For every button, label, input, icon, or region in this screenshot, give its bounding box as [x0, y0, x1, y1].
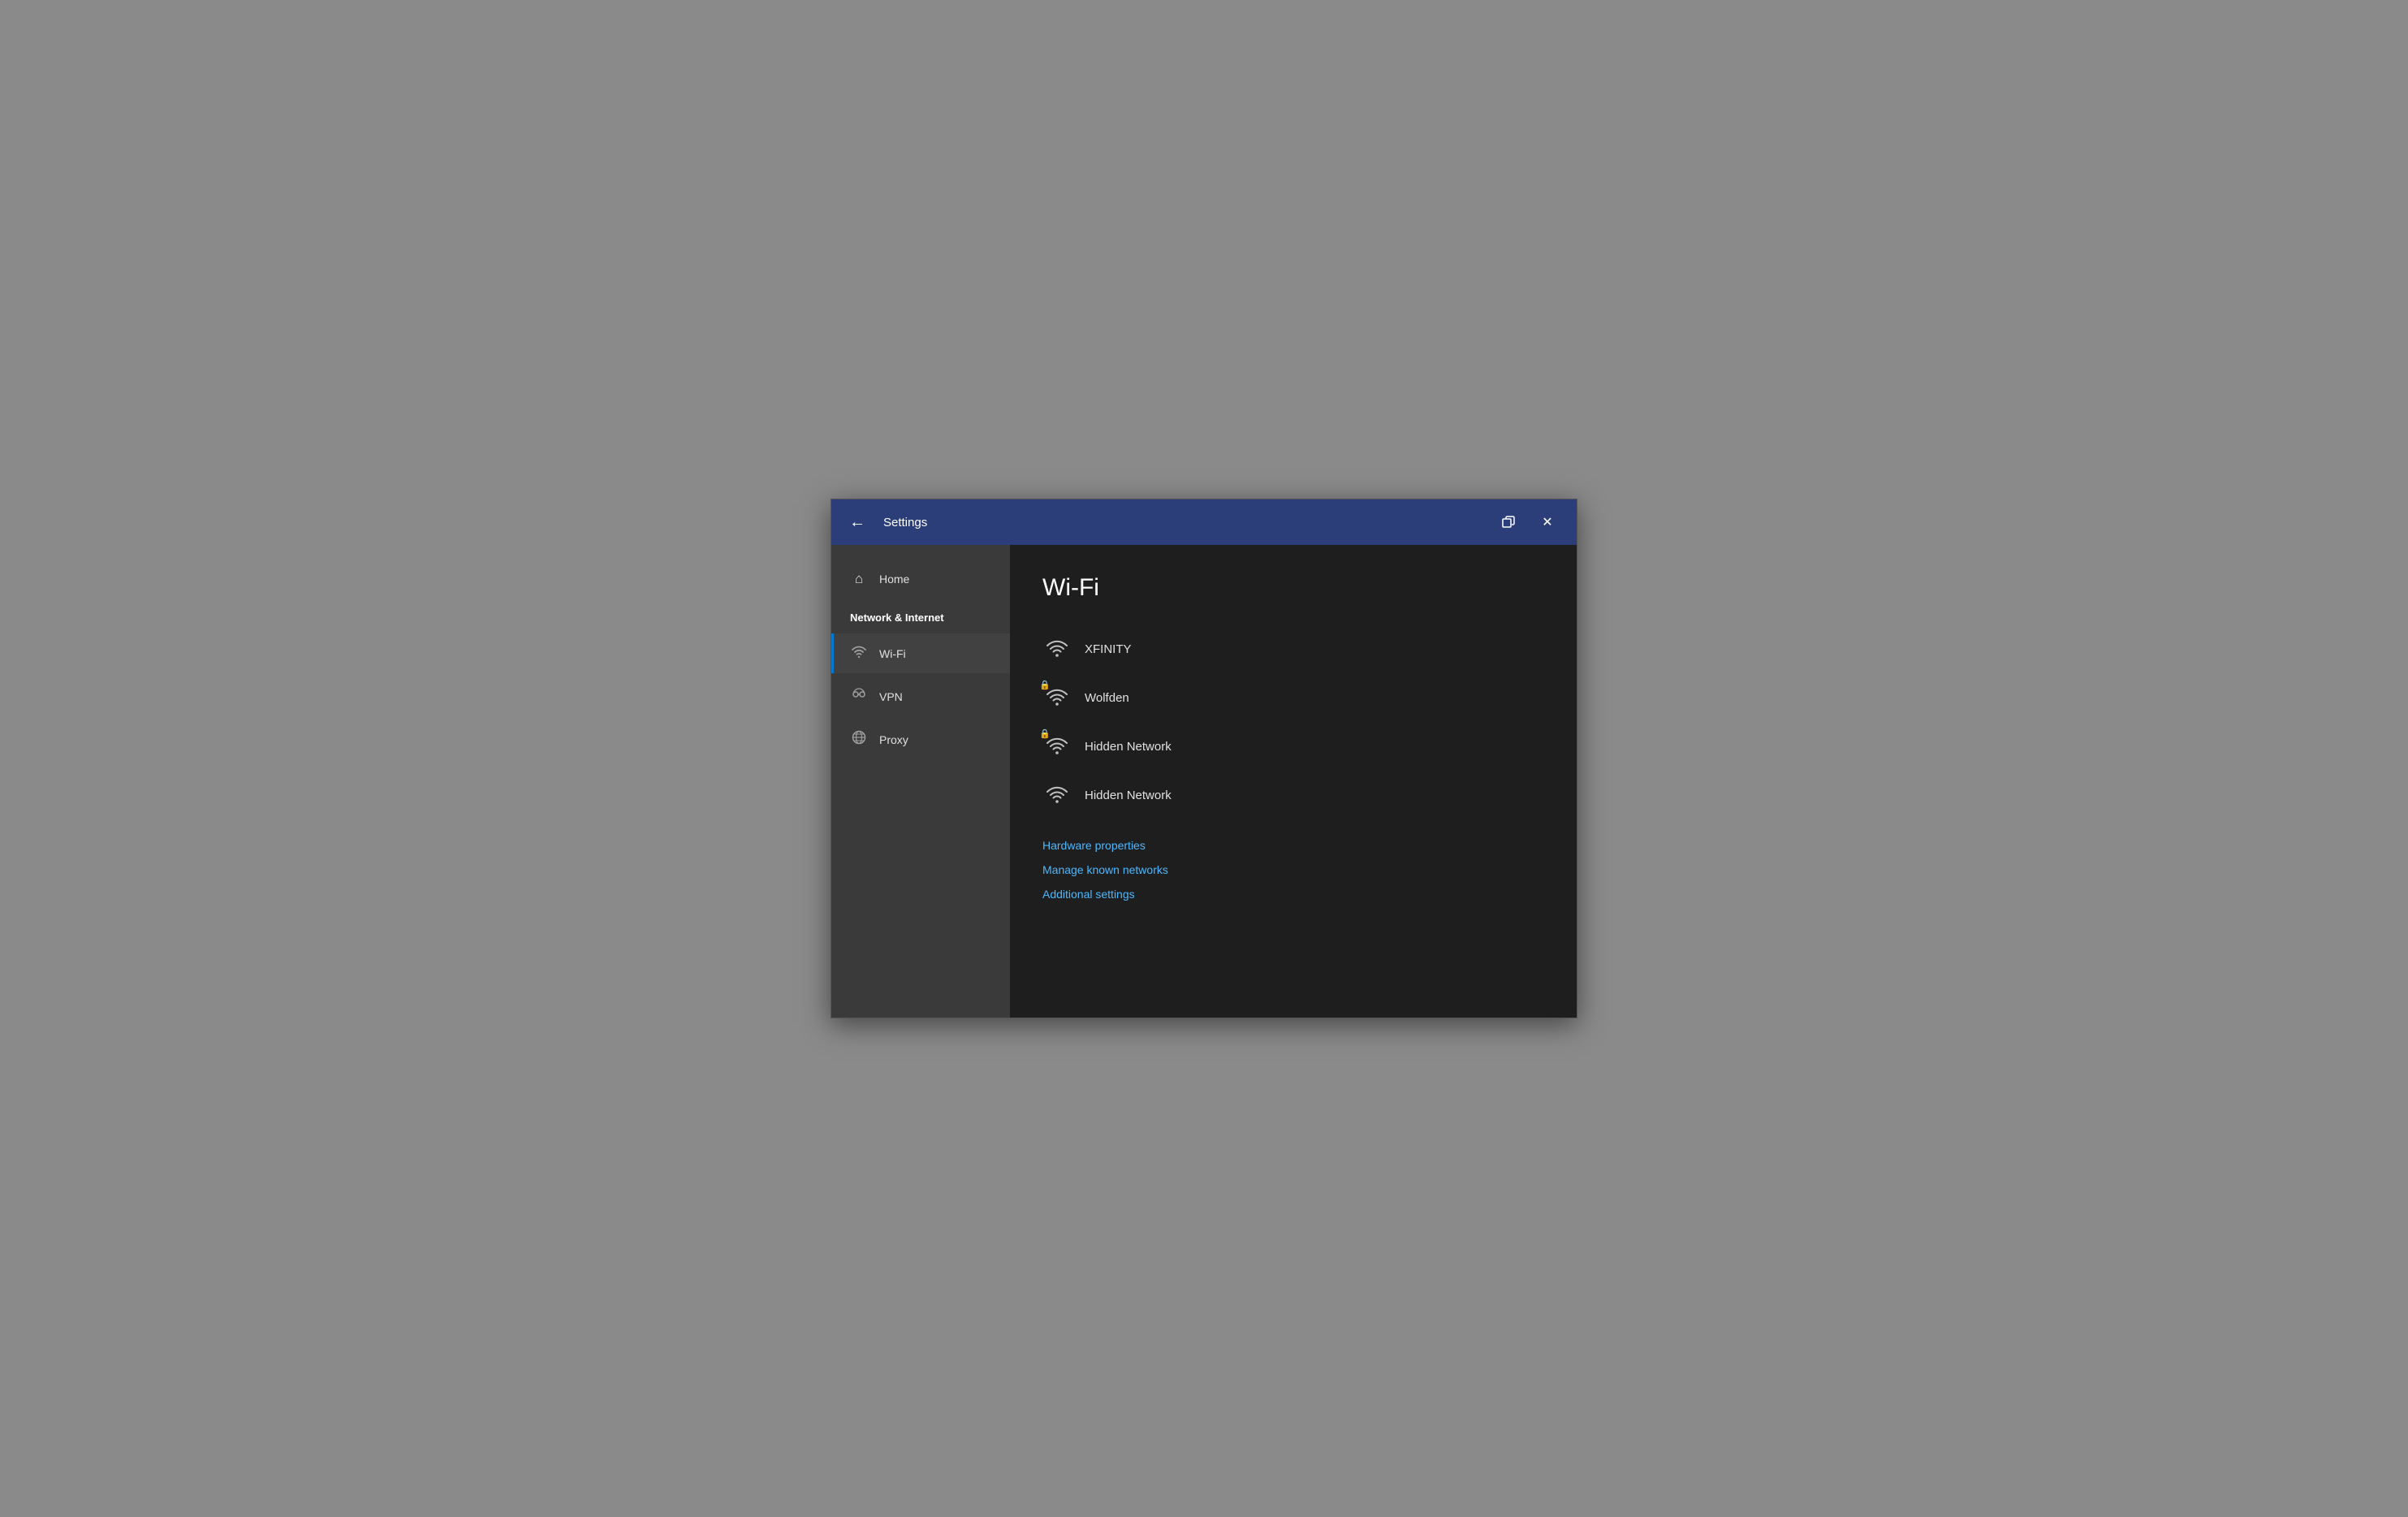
network-name-wolfden: Wolfden: [1085, 691, 1129, 705]
wifi-network-icon: [1046, 637, 1068, 660]
network-icon-wrap-hidden2: [1042, 780, 1072, 810]
network-item-hidden1[interactable]: 🔒 Hidden Network: [1042, 722, 1544, 771]
network-list: XFINITY 🔒 Wolfden: [1042, 625, 1544, 819]
sidebar-section-label: Network & Internet: [850, 612, 944, 624]
page-title: Wi-Fi: [1042, 574, 1544, 602]
lock-icon-hidden1: 🔒: [1039, 728, 1051, 739]
sidebar-proxy-label: Proxy: [879, 733, 908, 746]
hardware-properties-link[interactable]: Hardware properties: [1042, 839, 1544, 852]
close-button[interactable]: ✕: [1531, 506, 1564, 538]
sidebar-item-proxy[interactable]: Proxy: [831, 720, 1010, 759]
additional-settings-link[interactable]: Additional settings: [1042, 888, 1544, 901]
window-title: Settings: [883, 516, 1479, 529]
manage-known-networks-link[interactable]: Manage known networks: [1042, 863, 1544, 876]
sidebar-vpn-label: VPN: [879, 690, 903, 703]
network-item-hidden2[interactable]: Hidden Network: [1042, 771, 1544, 819]
sidebar-item-home[interactable]: ⌂ Home: [831, 561, 1010, 597]
window-content: ⌂ Home Network & Internet Wi-Fi: [831, 545, 1577, 1018]
sidebar-home-label: Home: [879, 573, 909, 586]
back-button[interactable]: ←: [844, 509, 870, 535]
network-name-hidden2: Hidden Network: [1085, 789, 1172, 802]
home-icon: ⌂: [850, 571, 868, 587]
vpn-icon: [850, 686, 868, 707]
lock-icon-wolfden: 🔒: [1039, 680, 1051, 690]
network-icon-wrap-hidden1: 🔒: [1042, 732, 1072, 761]
sidebar: ⌂ Home Network & Internet Wi-Fi: [831, 545, 1010, 1018]
sidebar-wifi-label: Wi-Fi: [879, 647, 906, 660]
wifi-icon: [850, 643, 868, 663]
network-icon-wrap-wolfden: 🔒: [1042, 683, 1072, 712]
network-item-xfinity[interactable]: XFINITY: [1042, 625, 1544, 673]
globe-icon: [850, 729, 868, 750]
main-content: Wi-Fi XFINITY: [1010, 545, 1577, 1018]
titlebar: ← Settings ✕: [831, 499, 1577, 545]
window-controls: ✕: [1492, 506, 1564, 538]
restore-icon: [1502, 516, 1515, 529]
network-name-xfinity: XFINITY: [1085, 642, 1132, 656]
sidebar-item-vpn[interactable]: VPN: [831, 676, 1010, 716]
links-section: Hardware properties Manage known network…: [1042, 839, 1544, 901]
network-icon-wrap: [1042, 634, 1072, 663]
network-name-hidden1: Hidden Network: [1085, 740, 1172, 754]
network-item-wolfden[interactable]: 🔒 Wolfden: [1042, 673, 1544, 722]
restore-button[interactable]: [1492, 506, 1525, 538]
settings-window: ← Settings ✕ ⌂ Home Network & Internet: [831, 499, 1577, 1018]
sidebar-item-wifi[interactable]: Wi-Fi: [831, 633, 1010, 673]
wifi-network-icon-hidden2: [1046, 784, 1068, 806]
sidebar-section-header: Network & Internet: [831, 600, 1010, 630]
